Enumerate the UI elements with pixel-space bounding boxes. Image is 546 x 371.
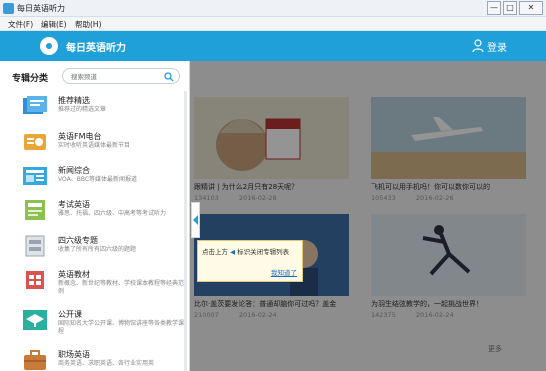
search-icon[interactable] [164,72,174,82]
menu-edit[interactable]: 编辑(E) [41,19,67,30]
category-item-news[interactable]: 新闻综合 VOA、BBC等媒体最新闻报道 [0,161,189,197]
category-item-textbook[interactable]: 英语教材 新概念、新世纪等教材、学校课本教程等经典范例 [0,265,189,301]
course-icon [23,310,47,330]
category-desc: 商务英语、求职英语、各行业实用英 [58,360,155,367]
category-desc: 国际知名大学公开课、博物馆讲座等各类教学课程 [58,320,185,335]
category-name: 新闻综合 [58,166,90,175]
category-desc: 雅思、托福、四六级、中高考等考试听力 [58,210,167,217]
window-title: 每日英语听力 [17,4,65,13]
app-icon [3,3,14,14]
category-item-career[interactable]: 职场英语 商务英语、求职英语、各行业实用英 [0,345,189,371]
maximize-button[interactable]: □ [503,1,517,15]
category-name: 考试英语 [58,200,90,209]
category-name: 公开课 [58,310,82,319]
cet-icon [25,235,45,257]
channel-search-input[interactable] [71,71,161,82]
brand-title: 每日英语听力 [66,43,126,54]
category-desc: 实时收听英语媒体最新节目 [58,142,131,149]
menu-help[interactable]: 帮助(H) [75,19,102,30]
category-desc: 收集了所有所有四六级的题题 [58,246,137,253]
news-icon [23,167,47,185]
career-icon [24,350,46,370]
category-desc: 新概念、新世纪等教材、学校课本教程等经典范例 [58,280,185,295]
radio-icon [24,134,46,150]
arrow-marker-icon: ◀ [230,248,236,256]
login-link[interactable]: 登录 [487,39,507,54]
category-name: 推荐精选 [58,96,90,105]
menu-bar: 文件(F) 编辑(E) 帮助(H) [0,17,546,31]
category-name: 职场英语 [58,350,90,359]
category-desc: VOA、BBC等媒体最新闻报道 [58,176,138,183]
close-button[interactable]: ✕ [519,1,543,15]
textbook-icon [26,271,44,289]
category-item-fm-radio[interactable]: 英语FM电台 实时收听英语媒体最新节目 [0,127,189,163]
category-sidebar: 专辑分类 推荐精选 推荐过的精选文章 英语FM电台 实时收听英语媒体最新节目 [0,61,190,371]
category-item-featured[interactable]: 推荐精选 推荐过的精选文章 [0,91,189,127]
category-name: 英语教材 [58,270,90,279]
sidebar-scrollbar[interactable] [184,91,187,371]
tooltip-text: 点击上方 ◀ 标识关闭专辑列表 [202,248,290,256]
category-item-open-course[interactable]: 公开课 国际知名大学公开课、博物馆讲座等各类教学课程 [0,305,189,341]
category-desc: 推荐过的精选文章 [58,106,107,113]
collapse-sidebar-arrow-icon[interactable] [191,202,200,238]
exam-icon [25,200,45,220]
tooltip-dismiss-link[interactable]: 我知道了 [271,267,297,277]
category-item-cet[interactable]: 四六级专题 收集了所有所有四六级的题题 [0,231,189,267]
channel-search-box [62,68,180,84]
minimize-button[interactable]: — [487,1,501,15]
content-overlay [190,61,546,371]
guide-tooltip: 点击上方 ◀ 标识关闭专辑列表 我知道了 [197,240,303,282]
user-icon[interactable] [472,39,484,53]
category-item-exam[interactable]: 考试英语 雅思、托福、四六级、中高考等考试听力 [0,195,189,231]
category-name: 四六级专题 [58,236,98,245]
featured-icon [23,96,47,114]
app-logo-icon [40,37,58,55]
app-header: 每日英语听力 登录 [0,31,546,61]
title-bar: 每日英语听力 — □ ✕ [0,0,546,17]
sidebar-title: 专辑分类 [12,74,49,84]
menu-file[interactable]: 文件(F) [8,19,33,30]
category-name: 英语FM电台 [58,132,102,141]
